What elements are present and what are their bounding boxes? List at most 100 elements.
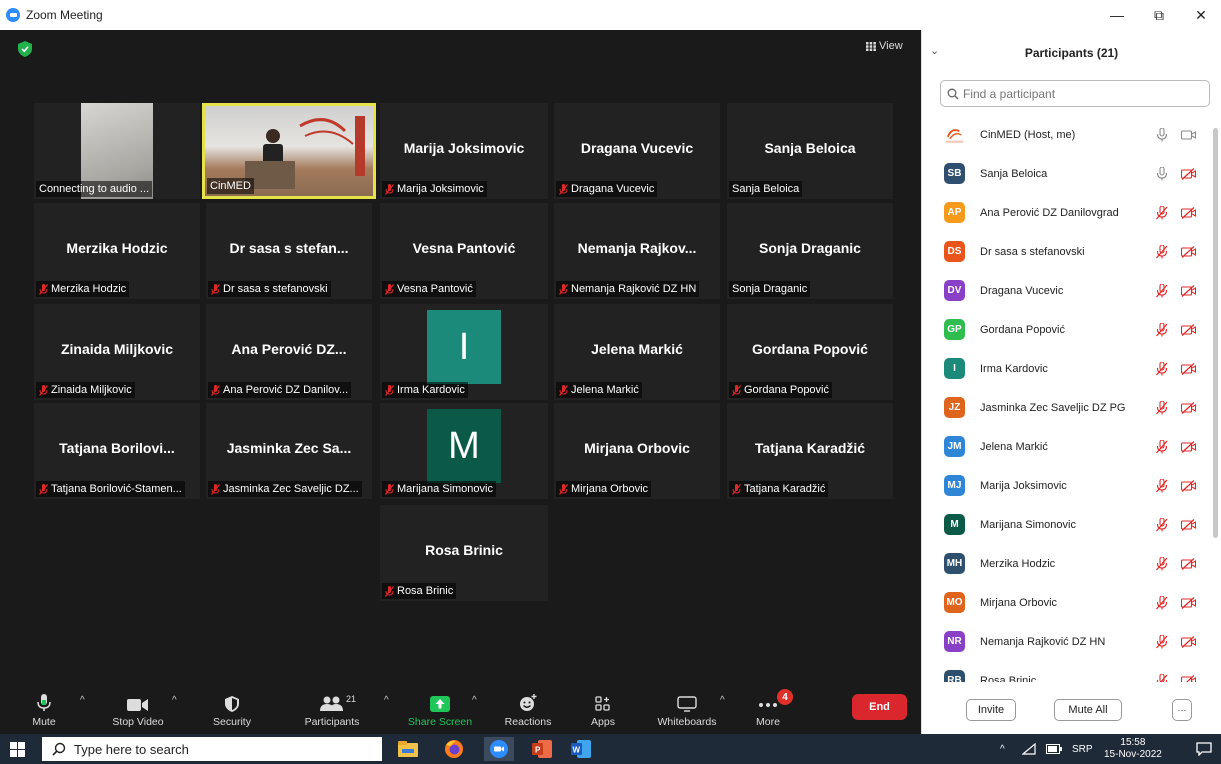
word-icon[interactable]: W	[569, 737, 593, 761]
muted-mic-icon[interactable]	[1156, 283, 1168, 298]
participants-options-caret[interactable]: ^	[384, 695, 389, 706]
file-explorer-icon[interactable]	[396, 737, 420, 761]
video-off-icon[interactable]	[1181, 440, 1196, 453]
participant-list-scrollbar[interactable]	[1213, 128, 1218, 538]
invite-button[interactable]: Invite	[966, 699, 1016, 721]
video-tile[interactable]: Ana Perović DZ... Ana Perović DZ Danilov.…	[206, 304, 372, 400]
share-options-caret[interactable]: ^	[472, 695, 477, 706]
panel-more-button[interactable]: ···	[1172, 699, 1192, 721]
whiteboard-options-caret[interactable]: ^	[720, 695, 725, 706]
video-tile[interactable]: Gordana Popović Gordana Popović	[727, 304, 893, 400]
participant-row[interactable]: JZ Jasminka Zec Saveljic DZ PG	[922, 388, 1212, 427]
firefox-icon[interactable]	[442, 737, 466, 761]
reactions-button[interactable]: Reactions	[488, 686, 568, 734]
video-tile[interactable]: Merzika Hodzic Merzika Hodzic	[34, 203, 200, 299]
mute-button[interactable]: Mute	[12, 686, 76, 734]
whiteboards-button[interactable]: Whiteboards	[647, 686, 727, 734]
video-off-icon[interactable]	[1181, 596, 1196, 609]
participant-search-box[interactable]	[940, 80, 1210, 107]
view-button[interactable]: View	[866, 40, 903, 52]
video-tile[interactable]: CinMED	[202, 103, 376, 199]
video-tile[interactable]: M Marijana Simonovic	[380, 403, 548, 499]
microphone-icon[interactable]	[1156, 127, 1168, 142]
participant-row[interactable]: GP Gordana Popović	[922, 310, 1212, 349]
audio-options-caret[interactable]: ^	[80, 695, 85, 706]
video-off-icon[interactable]	[1181, 557, 1196, 570]
tray-overflow-icon[interactable]: ^	[1000, 734, 1005, 764]
input-language[interactable]: SRP	[1072, 734, 1093, 764]
notifications-icon[interactable]	[1196, 734, 1212, 764]
video-off-icon[interactable]	[1181, 245, 1196, 258]
video-tile[interactable]: Tatjana Karadžić Tatjana Karadžić	[727, 403, 893, 499]
video-off-icon[interactable]	[1181, 479, 1196, 492]
video-off-icon[interactable]	[1181, 674, 1196, 683]
participant-row[interactable]: RB Rosa Brinic	[922, 661, 1212, 682]
video-tile[interactable]: Dr sasa s stefan... Dr sasa s stefanovski	[206, 203, 372, 299]
video-tile[interactable]: Jasminka Zec Sa... Jasminka Zec Saveljic …	[206, 403, 372, 499]
video-tile[interactable]: Jelena Markić Jelena Markić	[554, 304, 720, 400]
video-tile[interactable]: Mirjana Orbovic Mirjana Orbovic	[554, 403, 720, 499]
video-off-icon[interactable]	[1181, 284, 1196, 297]
video-tile[interactable]: Vesna Pantović Vesna Pantović	[380, 203, 548, 299]
video-tile[interactable]: Dragana Vucevic Dragana Vucevic	[554, 103, 720, 199]
end-meeting-button[interactable]: End	[852, 694, 907, 720]
maximize-button[interactable]: ⧉	[1141, 0, 1177, 30]
stop-video-button[interactable]: Stop Video	[98, 686, 178, 734]
zoom-taskbar-icon[interactable]	[484, 737, 514, 761]
video-tile[interactable]: Zinaida Miljkovic Zinaida Miljkovic	[34, 304, 200, 400]
muted-mic-icon[interactable]	[1156, 361, 1168, 376]
apps-button[interactable]: Apps	[563, 686, 643, 734]
participant-row[interactable]: MH Merzika Hodzic	[922, 544, 1212, 583]
participant-row[interactable]: CinMED (Host, me)	[922, 115, 1212, 154]
participant-row[interactable]: MJ Marija Joksimovic	[922, 466, 1212, 505]
muted-mic-icon[interactable]	[1156, 478, 1168, 493]
microphone-icon[interactable]	[1156, 166, 1168, 181]
taskbar-search-box[interactable]: Type here to search	[42, 737, 382, 761]
video-tile[interactable]: Nemanja Rajkov... Nemanja Rajković DZ HN	[554, 203, 720, 299]
video-tile[interactable]: Marija Joksimovic Marija Joksimovic	[380, 103, 548, 199]
more-button[interactable]: 4 More	[728, 686, 808, 734]
windows-start-icon[interactable]	[10, 742, 25, 757]
share-screen-button[interactable]: Share Screen	[400, 686, 480, 734]
video-off-icon[interactable]	[1181, 323, 1196, 336]
participant-row[interactable]: JM Jelena Markić	[922, 427, 1212, 466]
participants-button[interactable]: 21 Participants	[292, 686, 372, 734]
participant-row[interactable]: M Marijana Simonovic	[922, 505, 1212, 544]
video-tile[interactable]: Sonja Draganic Sonja Draganic	[727, 203, 893, 299]
participant-row[interactable]: I Irma Kardovic	[922, 349, 1212, 388]
muted-mic-icon[interactable]	[1156, 322, 1168, 337]
video-options-caret[interactable]: ^	[172, 695, 177, 706]
security-button[interactable]: Security	[192, 686, 272, 734]
participant-row[interactable]: DS Dr sasa s stefanovski	[922, 232, 1212, 271]
participant-row[interactable]: SB Sanja Beloica	[922, 154, 1212, 193]
muted-mic-icon[interactable]	[1156, 400, 1168, 415]
battery-icon[interactable]	[1046, 734, 1062, 764]
video-off-icon[interactable]	[1181, 635, 1196, 648]
video-off-icon[interactable]	[1181, 401, 1196, 414]
video-off-icon[interactable]	[1181, 206, 1196, 219]
muted-mic-icon[interactable]	[1156, 595, 1168, 610]
taskbar-clock[interactable]: 15:58 15-Nov-2022	[1104, 734, 1162, 764]
muted-mic-icon[interactable]	[1156, 205, 1168, 220]
participant-row[interactable]: AP Ana Perović DZ Danilovgrad	[922, 193, 1212, 232]
video-off-icon[interactable]	[1181, 167, 1196, 180]
video-off-icon[interactable]	[1181, 362, 1196, 375]
video-tile[interactable]: Rosa Brinic Rosa Brinic	[380, 505, 548, 601]
powerpoint-icon[interactable]: P	[530, 737, 554, 761]
participant-search-input[interactable]	[963, 86, 1193, 101]
muted-mic-icon[interactable]	[1156, 517, 1168, 532]
video-tile[interactable]: Tatjana Borilovi... Tatjana Borilović-Sta…	[34, 403, 200, 499]
participant-row[interactable]: NR Nemanja Rajković DZ HN	[922, 622, 1212, 661]
encryption-shield-icon[interactable]	[18, 41, 32, 57]
muted-mic-icon[interactable]	[1156, 556, 1168, 571]
camera-icon[interactable]	[1181, 129, 1196, 141]
mute-all-button[interactable]: Mute All	[1054, 699, 1122, 721]
video-tile[interactable]: Connecting to audio ...	[34, 103, 200, 199]
muted-mic-icon[interactable]	[1156, 439, 1168, 454]
muted-mic-icon[interactable]	[1156, 244, 1168, 259]
video-tile[interactable]: I Irma Kardovic	[380, 304, 548, 400]
participant-row[interactable]: DV Dragana Vucevic	[922, 271, 1212, 310]
muted-mic-icon[interactable]	[1156, 634, 1168, 649]
video-tile[interactable]: Sanja Beloica Sanja Beloica	[727, 103, 893, 199]
close-button[interactable]: ✕	[1183, 0, 1219, 30]
